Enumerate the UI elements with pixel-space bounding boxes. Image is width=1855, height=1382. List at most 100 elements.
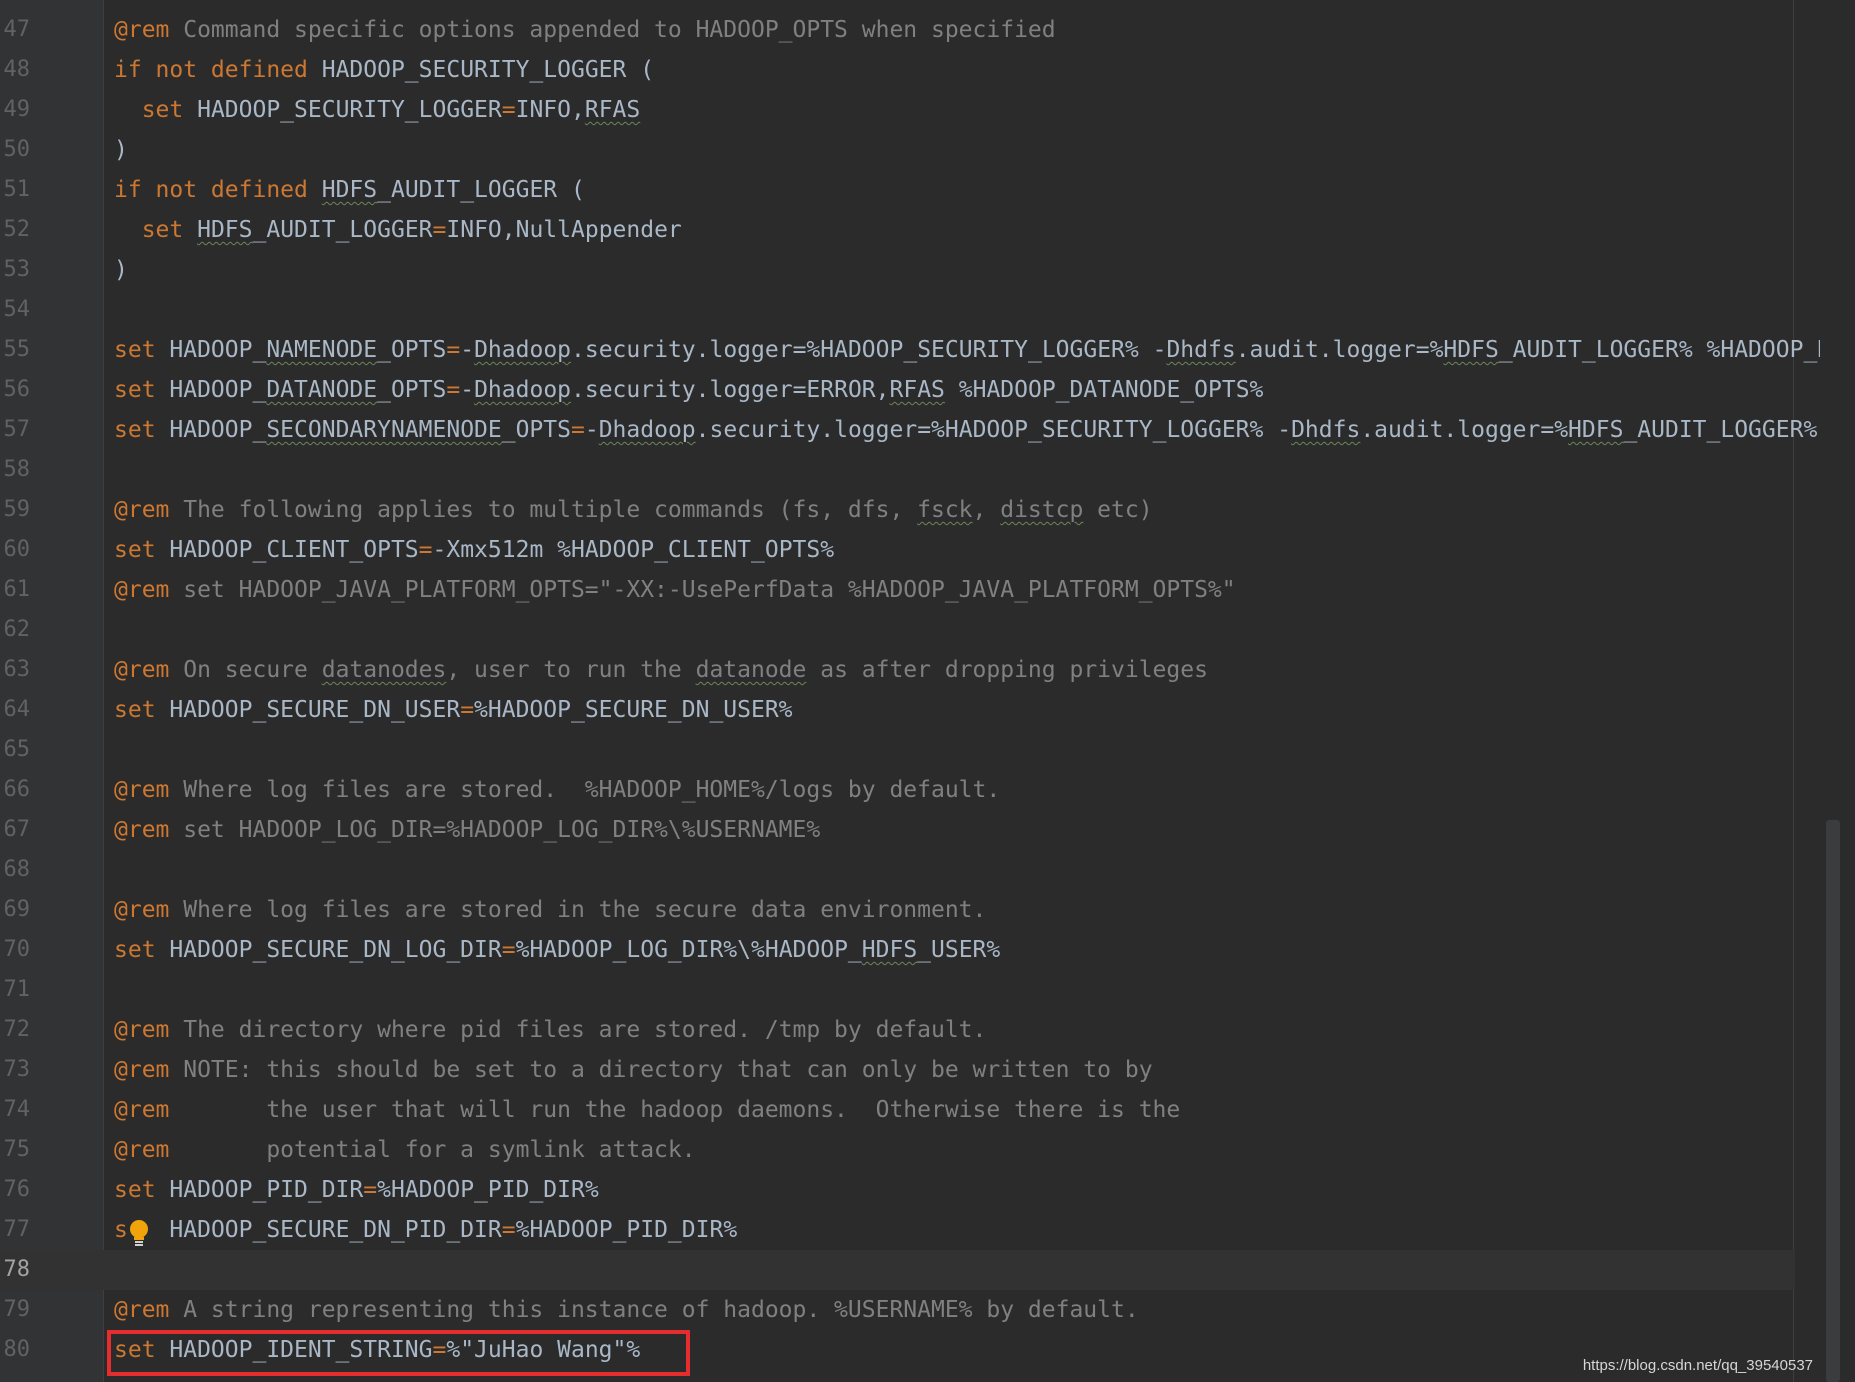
line-number: 67 <box>3 817 31 842</box>
code-token: INFO,NullAppender <box>446 217 682 243</box>
code-line[interactable]: 50) <box>0 130 1795 170</box>
code-text[interactable]: set HDFS_AUDIT_LOGGER=INFO,NullAppender <box>114 210 682 250</box>
line-number: 62 <box>3 617 31 642</box>
line-number: 54 <box>3 297 31 322</box>
code-line[interactable]: 56 set HADOOP_DATANODE_OPTS=-Dhadoop.secu… <box>0 370 1795 410</box>
code-text[interactable]: @rem The following applies to multiple c… <box>114 490 1153 530</box>
line-number: 78 <box>3 1257 31 1282</box>
code-line[interactable]: 47 @rem Command specific options appended… <box>0 10 1795 50</box>
code-text[interactable]: @rem potential for a symlink attack. <box>114 1130 696 1170</box>
code-text[interactable]: set HADOOP_SECURITY_LOGGER=INFO,RFAS <box>114 90 641 130</box>
line-number: 48 <box>3 57 31 82</box>
code-line[interactable]: 55 set HADOOP_NAMENODE_OPTS=-Dhadoop.secu… <box>0 330 1832 370</box>
code-token: the user that will run the hadoop daemon… <box>169 1097 1181 1123</box>
code-line[interactable]: 66 @rem Where log files are stored. %HADO… <box>0 770 1795 810</box>
code-token: = <box>446 377 461 403</box>
code-text[interactable]: @rem NOTE: this should be set to a direc… <box>114 1050 1153 1090</box>
code-token: set <box>114 217 184 243</box>
code-line[interactable]: 51 if not defined HDFS_AUDIT_LOGGER ( <box>0 170 1795 210</box>
code-text[interactable]: @rem set HADOOP_JAVA_PLATFORM_OPTS="-XX:… <box>114 570 1236 610</box>
line-number: 74 <box>3 1097 31 1122</box>
code-line[interactable]: 58 <box>0 450 1795 490</box>
code-text[interactable]: set HADOOP_DATANODE_OPTS=-Dhadoop.securi… <box>114 370 1263 410</box>
code-line[interactable]: 69 @rem Where log files are stored in the… <box>0 890 1795 930</box>
code-text[interactable]: @rem On secure datanodes, user to run th… <box>114 650 1208 690</box>
code-text[interactable]: set HADOOP_SECURE_DN_LOG_DIR=%HADOOP_LOG… <box>114 930 1000 970</box>
code-token: HADOOP_CLIENT_OPTS <box>155 537 419 563</box>
code-text[interactable]: set HADOOP_SECONDARYNAMENODE_OPTS=-Dhado… <box>114 410 1817 450</box>
line-number: 53 <box>3 257 31 282</box>
highlight-annotation-box <box>107 1330 690 1376</box>
line-number: 56 <box>3 377 31 402</box>
code-token: _OPTS <box>377 337 447 363</box>
code-token: set <box>114 377 156 403</box>
code-text[interactable]: @rem A string representing this instance… <box>114 1290 1139 1330</box>
code-text[interactable]: set HADOOP_PID_DIR=%HADOOP_PID_DIR% <box>114 1170 599 1210</box>
code-text[interactable]: ) <box>114 250 128 290</box>
code-token: HDFS <box>197 217 253 243</box>
code-line[interactable]: 54 <box>0 290 1795 330</box>
code-token: @rem <box>114 577 170 603</box>
code-text[interactable]: @rem The directory where pid files are s… <box>114 1010 986 1050</box>
code-text[interactable]: if not defined HDFS_AUDIT_LOGGER ( <box>114 170 585 210</box>
code-line[interactable]: 75 @rem potential for a symlink attack. <box>0 1130 1795 1170</box>
line-number: 68 <box>3 857 31 882</box>
code-text[interactable]: set HADOOP_NAMENODE_OPTS=-Dhadoop.securi… <box>114 330 1831 370</box>
code-line[interactable]: 53) <box>0 250 1795 290</box>
code-line[interactable]: 62 <box>0 610 1795 650</box>
code-text[interactable]: @rem Where log files are stored in the s… <box>114 890 986 930</box>
code-line[interactable]: 76 set HADOOP_PID_DIR=%HADOOP_PID_DIR% <box>0 1170 1795 1210</box>
code-line[interactable]: 79 @rem A string representing this instan… <box>0 1290 1795 1330</box>
code-token: HADOOP_SECURE_DN_PID_DIR <box>155 1217 502 1243</box>
line-number: 64 <box>3 697 31 722</box>
code-text[interactable]: if not defined HADOOP_SECURITY_LOGGER ( <box>114 50 654 90</box>
code-token: HADOOP_SECURE_DN_LOG_DIR <box>155 937 502 963</box>
code-token: Where log files are stored in the secure… <box>169 897 987 923</box>
code-token: RFAS <box>889 377 945 403</box>
code-line[interactable]: 48 if not defined HADOOP_SECURITY_LOGGER … <box>0 50 1795 90</box>
code-token: datanodes <box>321 657 447 683</box>
code-text[interactable]: @rem the user that will run the hadoop d… <box>114 1090 1180 1130</box>
code-token: ) <box>114 257 128 283</box>
code-token: NAMENODE <box>266 337 378 363</box>
code-token: = <box>501 97 516 123</box>
code-token: @rem <box>114 497 170 523</box>
code-text[interactable]: @rem set HADOOP_LOG_DIR=%HADOOP_LOG_DIR%… <box>114 810 820 850</box>
intention-bulb-icon[interactable] <box>128 1218 150 1248</box>
code-line[interactable]: 77 s HADOOP_SECURE_DN_PID_DIR=%HADOOP_PID… <box>0 1210 1795 1250</box>
code-line[interactable]: 73 @rem NOTE: this should be set to a dir… <box>0 1050 1795 1090</box>
code-line[interactable]: 71 <box>0 970 1795 1010</box>
code-line[interactable]: 72 @rem The directory where pid files are… <box>0 1010 1795 1050</box>
code-token: _AUDIT_LOGGER <box>252 217 433 243</box>
code-line[interactable]: 74 @rem the user that will run the hadoop… <box>0 1090 1795 1130</box>
code-token: Dhadoop <box>474 337 572 363</box>
code-token: - <box>460 377 475 403</box>
code-line[interactable]: 78 <box>0 1250 1795 1290</box>
code-text[interactable]: ) <box>114 130 128 170</box>
code-token: HADOOP_SECURE_DN_USER <box>155 697 461 723</box>
code-line[interactable]: 61 @rem set HADOOP_JAVA_PLATFORM_OPTS="-X… <box>0 570 1795 610</box>
code-text[interactable]: set HADOOP_CLIENT_OPTS=-Xmx512m %HADOOP_… <box>114 530 834 570</box>
code-token: if not defined <box>114 177 308 203</box>
code-line[interactable]: 68 <box>0 850 1795 890</box>
code-token: @rem <box>114 1097 170 1123</box>
code-line[interactable]: 64 set HADOOP_SECURE_DN_USER=%HADOOP_SECU… <box>0 690 1795 730</box>
line-number: 52 <box>3 217 31 242</box>
code-line[interactable]: 60 set HADOOP_CLIENT_OPTS=-Xmx512m %HADOO… <box>0 530 1795 570</box>
code-text[interactable]: set HADOOP_SECURE_DN_USER=%HADOOP_SECURE… <box>114 690 793 730</box>
code-line[interactable]: 49 set HADOOP_SECURITY_LOGGER=INFO,RFAS <box>0 90 1795 130</box>
code-line[interactable]: 52 set HDFS_AUDIT_LOGGER=INFO,NullAppend… <box>0 210 1795 250</box>
code-line[interactable]: 70 set HADOOP_SECURE_DN_LOG_DIR=%HADOOP_L… <box>0 930 1795 970</box>
code-text[interactable]: s HADOOP_SECURE_DN_PID_DIR=%HADOOP_PID_D… <box>114 1210 737 1250</box>
scrollbar-thumb[interactable] <box>1826 820 1840 1382</box>
code-line[interactable]: 67 @rem set HADOOP_LOG_DIR=%HADOOP_LOG_DI… <box>0 810 1795 850</box>
code-editor[interactable]: 47 @rem Command specific options appended… <box>0 0 1855 1382</box>
code-line[interactable]: 63 @rem On secure datanodes, user to run … <box>0 650 1795 690</box>
code-line[interactable]: 59 @rem The following applies to multiple… <box>0 490 1795 530</box>
code-token: = <box>501 1217 516 1243</box>
code-line[interactable]: 65 <box>0 730 1795 770</box>
code-text[interactable]: @rem Where log files are stored. %HADOOP… <box>114 770 1000 810</box>
code-line[interactable]: 57 set HADOOP_SECONDARYNAMENODE_OPTS=-Dha… <box>0 410 1818 450</box>
code-text[interactable]: @rem Command specific options appended t… <box>114 10 1056 50</box>
code-lines[interactable]: 47 @rem Command specific options appended… <box>0 10 1832 1370</box>
